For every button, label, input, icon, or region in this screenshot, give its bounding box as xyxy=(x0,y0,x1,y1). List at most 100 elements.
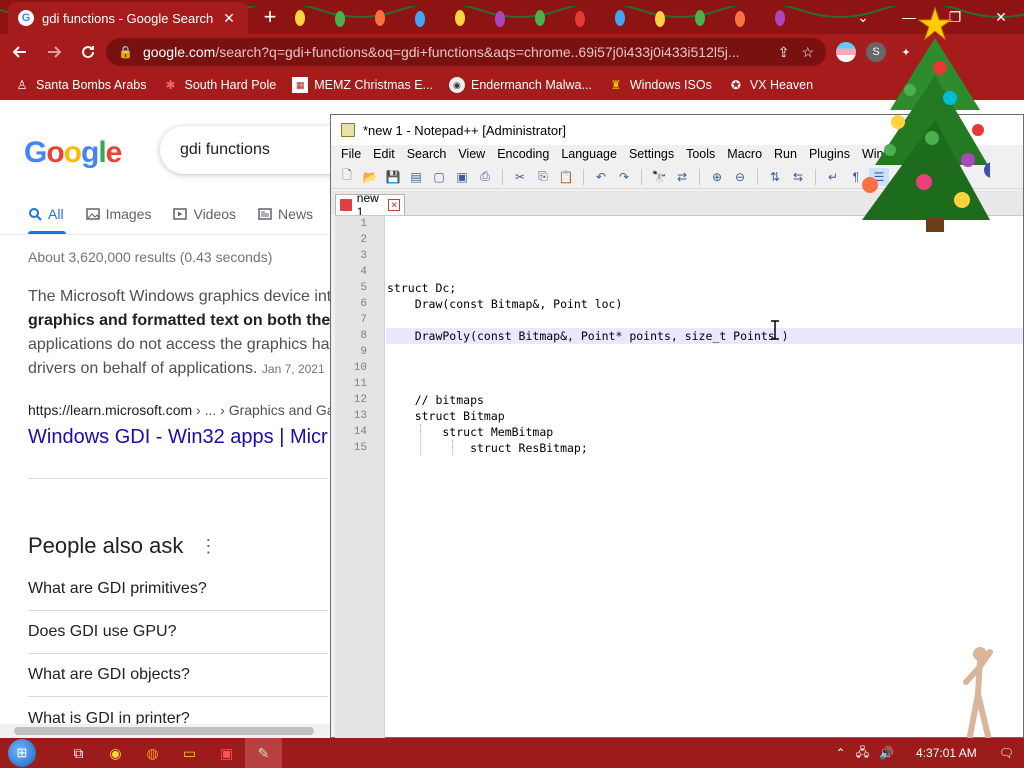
bookmark-memz-christmas[interactable]: ▦ MEMZ Christmas E... xyxy=(292,77,433,93)
tab-news[interactable]: News xyxy=(258,202,313,226)
address-bar[interactable]: 🔒 google.com/search?q=gdi+functions&oq=g… xyxy=(106,38,826,66)
file-explorer-icon[interactable]: ▭ xyxy=(171,738,208,768)
featured-snippet: The Microsoft Windows graphics device in… xyxy=(28,285,338,381)
line-number: 6 xyxy=(360,298,367,310)
result-stats: About 3,620,000 results (0.43 seconds) xyxy=(28,249,273,265)
tab-all[interactable]: All xyxy=(28,202,64,226)
lock-icon[interactable]: 🔒 xyxy=(118,45,133,59)
menu-encoding[interactable]: Encoding xyxy=(491,145,555,165)
clock[interactable]: 4:37:01 AM xyxy=(916,746,977,760)
bookmark-endermanch-malware[interactable]: ◉ Endermanch Malwa... xyxy=(448,77,592,93)
toolbar-separator xyxy=(641,168,642,185)
unsaved-file-icon xyxy=(340,199,352,211)
menu-macro[interactable]: Macro xyxy=(721,145,768,165)
vx-heaven-icon: ✪ xyxy=(730,78,741,92)
bookmark-windows-isos[interactable]: ♜ Windows ISOs xyxy=(608,77,711,93)
find-icon[interactable]: 🔭 xyxy=(649,168,669,186)
copy-icon[interactable]: ⎘ xyxy=(533,168,553,186)
news-icon xyxy=(258,208,272,220)
browser-tab[interactable]: G gdi functions - Google Search ✕ xyxy=(8,2,248,34)
paa-question[interactable]: What are GDI objects? xyxy=(28,654,328,697)
line-number: 11 xyxy=(353,378,367,390)
start-button[interactable]: ⊞ xyxy=(8,739,36,767)
paste-icon[interactable]: 📋 xyxy=(556,168,576,186)
zoom-in-icon[interactable]: ⊕ xyxy=(707,168,727,186)
new-file-icon[interactable]: 🗋 xyxy=(337,168,357,186)
cut-icon[interactable]: ✂ xyxy=(510,168,530,186)
code-editor[interactable]: 1 2 3 4 5 6 7 8 9 10 11 12 13 14 15 stru… xyxy=(335,215,1023,738)
ctf-app-icon[interactable]: ▣ xyxy=(208,738,245,768)
line-number: 15 xyxy=(353,442,367,454)
network-icon[interactable]: 🖧 xyxy=(856,743,869,764)
windows-taskbar: ⊞ ⧉ ◉ ◍ ▭ ▣ ✎ ⌃ 🖧 🔊 4:37:01 AM 🗨 xyxy=(0,738,1024,768)
tabs-divider xyxy=(0,234,330,235)
horizontal-scrollbar[interactable] xyxy=(0,724,330,738)
notepadpp-icon[interactable]: ✎ xyxy=(245,738,282,768)
close-all-icon[interactable]: ▣ xyxy=(452,168,472,186)
back-button[interactable] xyxy=(6,38,34,66)
result-cite[interactable]: https://learn.microsoft.com › ... › Grap… xyxy=(28,402,335,418)
google-logo[interactable]: Google xyxy=(24,136,122,170)
menu-settings[interactable]: Settings xyxy=(623,145,680,165)
show-hidden-icons-icon[interactable]: ⌃ xyxy=(836,746,846,760)
result-title-link[interactable]: Windows GDI - Win32 apps | Micr xyxy=(28,426,328,449)
print-icon[interactable]: ⎙ xyxy=(475,168,495,186)
save-all-icon[interactable]: ▤ xyxy=(406,168,426,186)
reload-button[interactable] xyxy=(74,38,102,66)
tab-close-icon[interactable]: ✕ xyxy=(220,10,238,27)
tab-images[interactable]: Images xyxy=(85,202,151,226)
tab-videos[interactable]: Videos xyxy=(173,202,236,226)
forward-button[interactable] xyxy=(40,38,68,66)
menu-file[interactable]: File xyxy=(335,145,367,165)
volume-icon[interactable]: 🔊 xyxy=(879,746,894,760)
toolbar-separator xyxy=(583,168,584,185)
chrome-icon[interactable]: ◉ xyxy=(97,738,134,768)
firefox-icon[interactable]: ◍ xyxy=(134,738,171,768)
zoom-out-icon[interactable]: ⊖ xyxy=(730,168,750,186)
save-icon[interactable]: 💾 xyxy=(383,168,403,186)
word-wrap-icon[interactable]: ↵ xyxy=(823,168,843,186)
menu-run[interactable]: Run xyxy=(768,145,803,165)
url-text: google.com/search?q=gdi+functions&oq=gdi… xyxy=(142,44,740,60)
code-line: Draw(const Bitmap&, Point loc) xyxy=(387,297,623,311)
more-options-icon[interactable]: ⋮ xyxy=(199,536,217,557)
paa-question[interactable]: Does GDI use GPU? xyxy=(28,611,328,654)
task-view-icon[interactable]: ⧉ xyxy=(60,738,97,768)
memz-icon: ▦ xyxy=(292,77,309,93)
menu-language[interactable]: Language xyxy=(555,145,623,165)
bookmark-south-hard-pole[interactable]: ✱ South Hard Pole xyxy=(162,77,276,93)
line-number: 8 xyxy=(360,330,367,342)
menu-plugins[interactable]: Plugins xyxy=(803,145,856,165)
notifications-icon[interactable]: 🗨 xyxy=(999,746,1014,760)
bookmark-vx-heaven[interactable]: ✪ VX Heaven xyxy=(728,77,813,93)
new-tab-button[interactable]: + xyxy=(258,6,282,30)
menu-edit[interactable]: Edit xyxy=(367,145,401,165)
share-icon[interactable]: ⇪ xyxy=(778,44,790,61)
menu-search[interactable]: Search xyxy=(401,145,453,165)
code-line: struct MemBitmap xyxy=(387,425,554,439)
sync-horizontal-icon[interactable]: ⇆ xyxy=(788,168,808,186)
document-tab[interactable]: new 1 ✕ xyxy=(335,191,405,219)
bookmark-star-icon[interactable]: ☆ xyxy=(801,44,814,61)
tab-title: gdi functions - Google Search xyxy=(42,10,214,26)
menu-tools[interactable]: Tools xyxy=(680,145,721,165)
paa-question[interactable]: What are GDI primitives? xyxy=(28,568,328,611)
toolbar-separator xyxy=(815,168,816,185)
section-divider xyxy=(28,478,328,479)
snowflake-icon: ✱ xyxy=(165,78,176,92)
bookmark-santa-bombs-arabs[interactable]: ♙ Santa Bombs Arabs xyxy=(14,77,147,93)
scrollbar-thumb[interactable] xyxy=(14,727,314,735)
google-favicon-icon: G xyxy=(18,10,34,26)
code-line: struct Bitmap xyxy=(387,409,505,423)
redo-icon[interactable]: ↷ xyxy=(614,168,634,186)
line-number: 1 xyxy=(360,218,367,230)
undo-icon[interactable]: ↶ xyxy=(591,168,611,186)
sync-vertical-icon[interactable]: ⇅ xyxy=(765,168,785,186)
replace-icon[interactable]: ⇄ xyxy=(672,168,692,186)
open-file-icon[interactable]: 📂 xyxy=(360,168,380,186)
people-also-ask-heading: People also ask ⋮ xyxy=(28,533,218,558)
menu-view[interactable]: View xyxy=(452,145,491,165)
line-number: 14 xyxy=(353,426,367,438)
close-tab-icon[interactable]: ✕ xyxy=(388,199,400,211)
close-file-icon[interactable]: ▢ xyxy=(429,168,449,186)
